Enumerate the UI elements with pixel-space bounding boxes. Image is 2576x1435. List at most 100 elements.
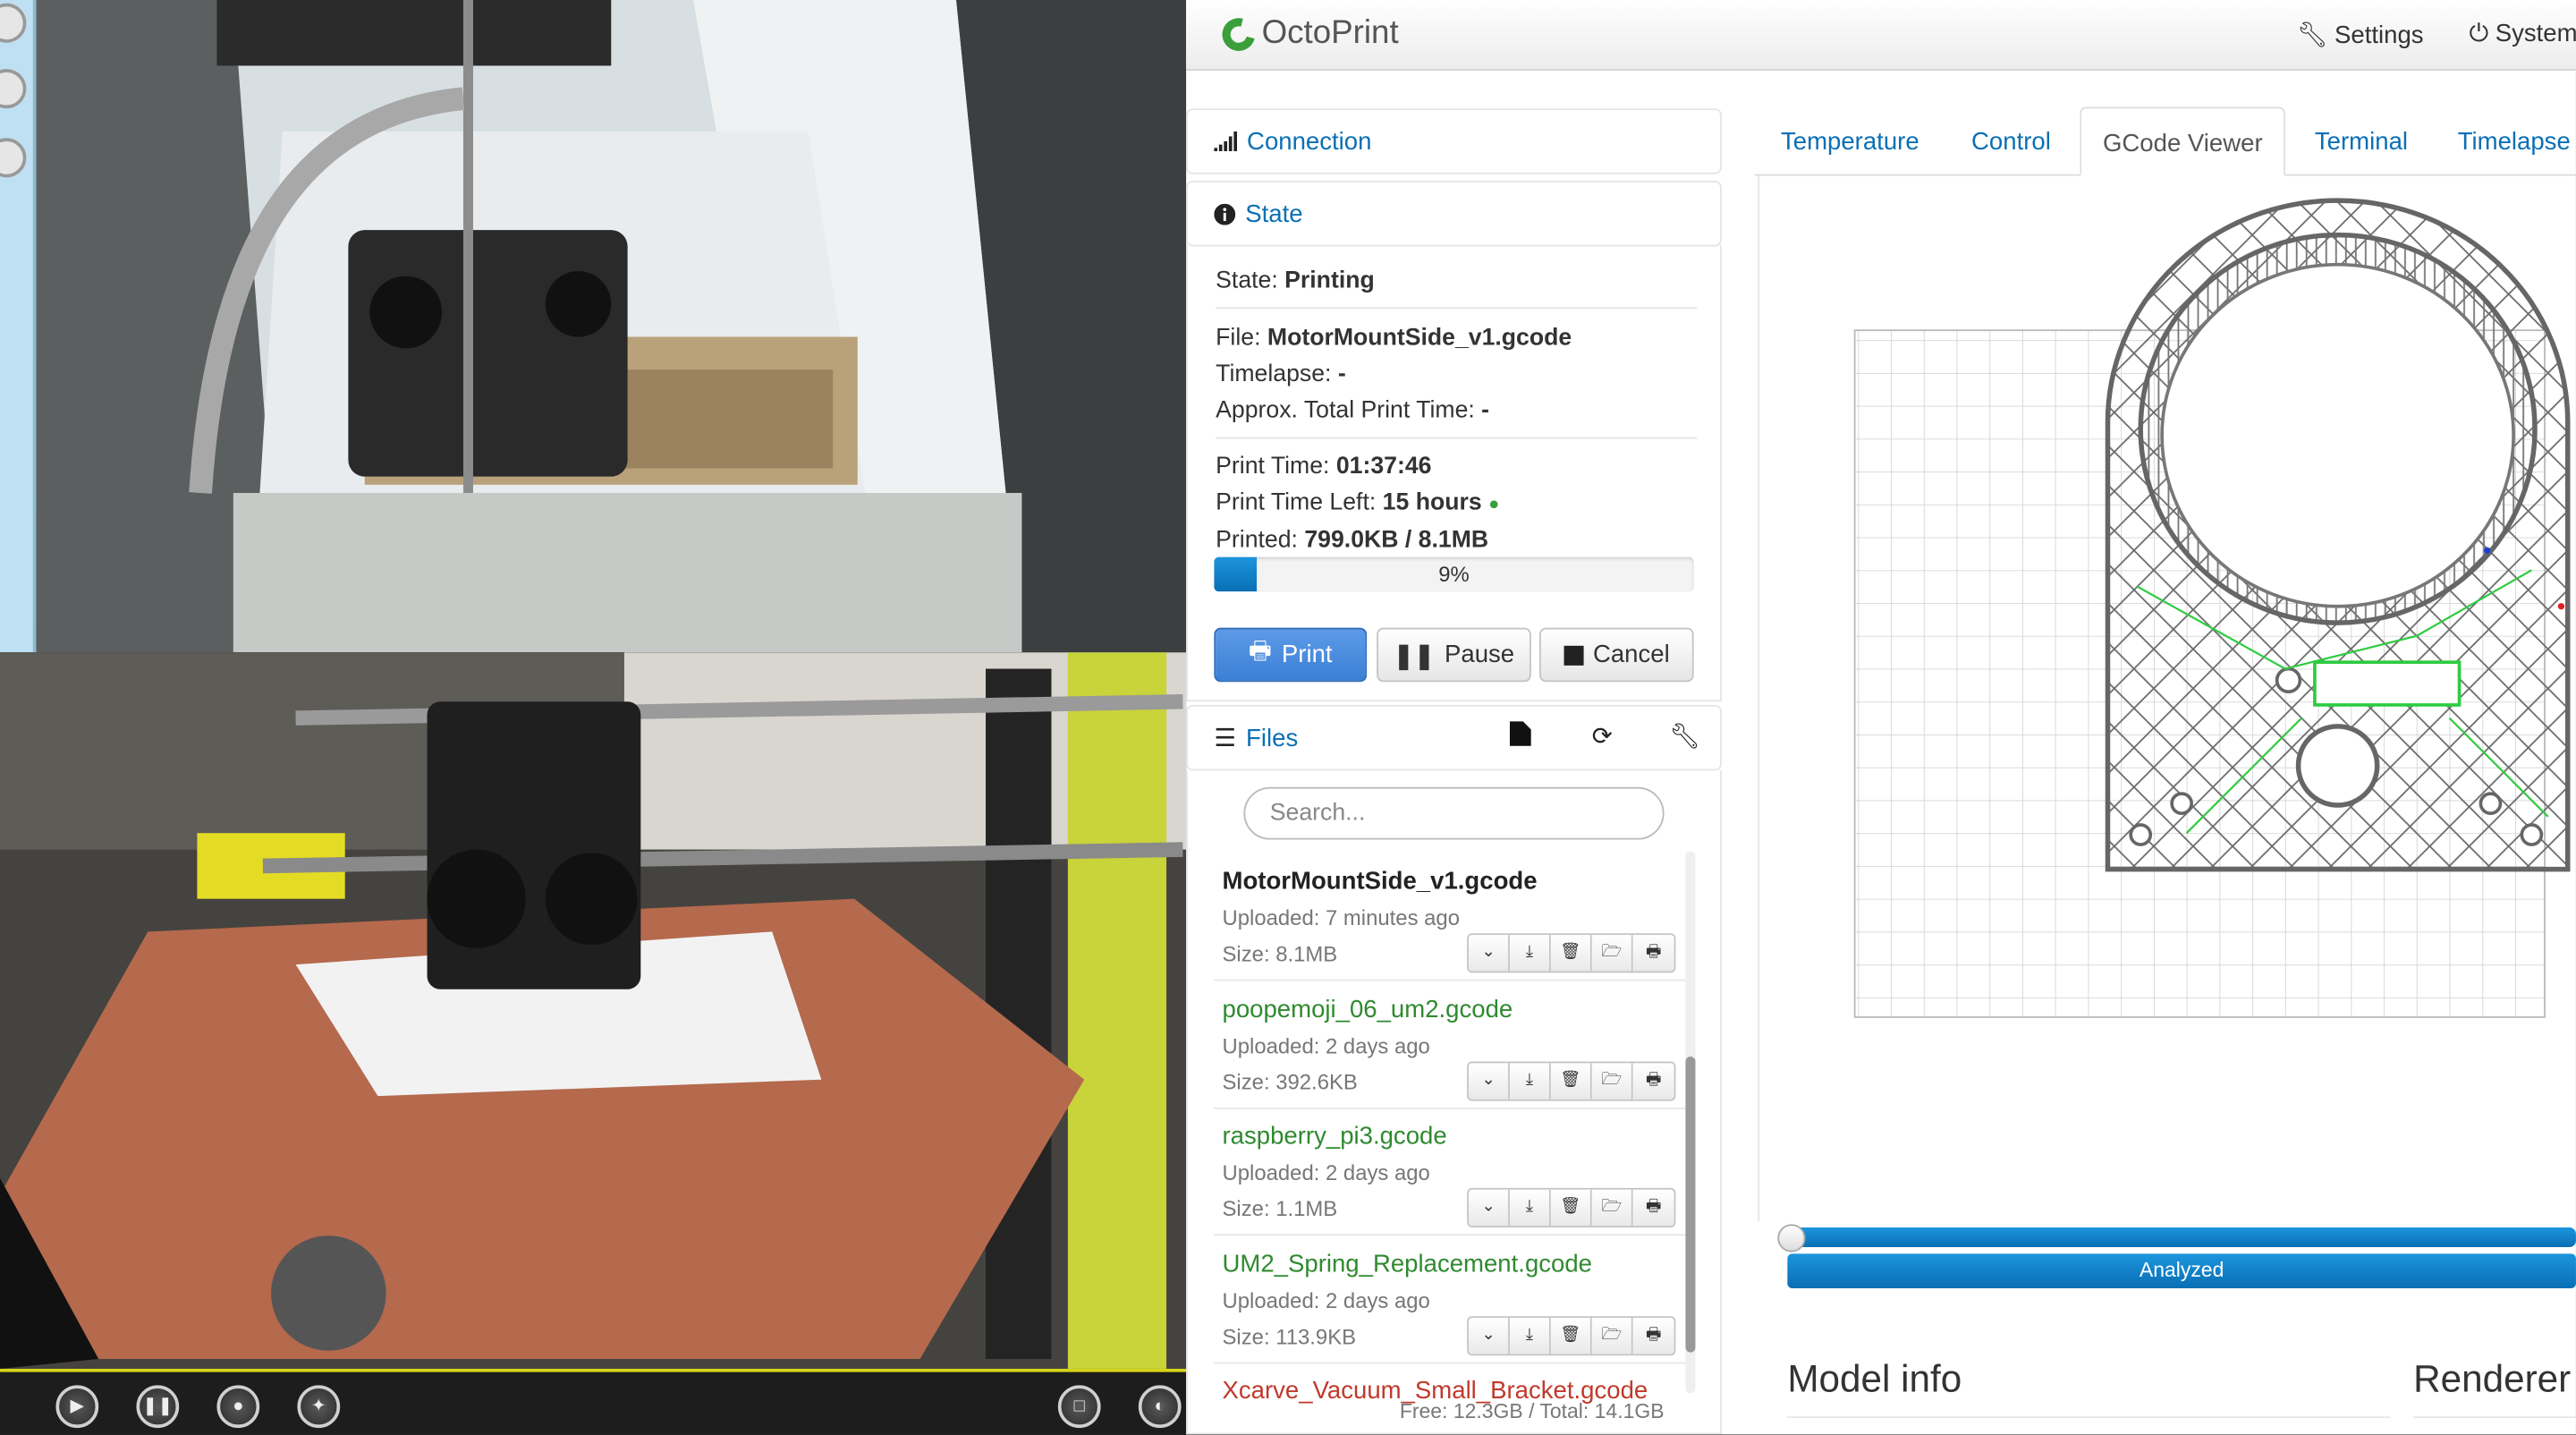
print-file-icon[interactable]: 🖶︎ xyxy=(1632,935,1674,972)
wrench-icon[interactable]: 🔧︎ xyxy=(1669,721,1700,751)
print-progress-info: Print Time: 01:37:46 Print Time Left: 15… xyxy=(1216,448,1499,558)
folder-open-icon[interactable]: 🗁︎ xyxy=(1591,1189,1633,1227)
snapshot-icon[interactable]: ● xyxy=(216,1385,260,1429)
dock-icon[interactable] xyxy=(0,69,27,109)
print-file-icon[interactable]: 🖶︎ xyxy=(1632,1062,1674,1099)
divider xyxy=(1216,307,1698,310)
trash-icon[interactable]: 🗑︎ xyxy=(1550,1317,1592,1354)
download-icon[interactable]: ⤓ xyxy=(1509,1062,1551,1099)
print-button[interactable]: 🖶︎ Print xyxy=(1214,627,1368,683)
tab-terminal[interactable]: Terminal xyxy=(2315,106,2408,175)
download-icon[interactable]: ⤓ xyxy=(1509,1317,1551,1354)
fullscreen-icon[interactable]: □ xyxy=(1057,1385,1101,1429)
file-uploaded: Uploaded: 2 days ago xyxy=(1222,1287,1430,1312)
trash-icon[interactable]: 🗑︎ xyxy=(1550,1189,1592,1227)
tab-control[interactable]: Control xyxy=(1971,106,2051,175)
file-list-item[interactable]: poopemoji_06_um2.gcode Uploaded: 2 days a… xyxy=(1223,985,1686,1111)
file-info: File: MotorMountSide_v1.gcode Timelapse:… xyxy=(1216,320,1572,429)
brand-name: OctoPrint xyxy=(1261,14,1399,51)
wrench-icon: 🔧︎ xyxy=(2296,21,2328,50)
cancel-button[interactable]: Cancel xyxy=(1538,627,1694,683)
download-icon[interactable]: ⤓ xyxy=(1509,935,1551,972)
new-file-icon[interactable] xyxy=(1509,721,1531,752)
file-name[interactable]: MotorMountSide_v1.gcode xyxy=(1223,868,1538,896)
file-list-item[interactable]: UM2_Spring_Replacement.gcode Uploaded: 2 … xyxy=(1223,1240,1686,1366)
brand-logo[interactable]: OctoPrint xyxy=(1216,11,1399,56)
zoom-icon[interactable]: ✦ xyxy=(297,1385,341,1429)
system-nav-button[interactable]: ⏻ System xyxy=(2470,20,2576,47)
trash-icon[interactable]: 🗑︎ xyxy=(1550,935,1592,972)
stop-icon xyxy=(1563,644,1583,665)
scrollbar-thumb[interactable] xyxy=(1685,1056,1696,1353)
gcode-viewer-canvas[interactable] xyxy=(1758,175,2576,1221)
renderer-heading: Renderer xyxy=(2413,1357,2572,1400)
divider xyxy=(1214,1361,1688,1363)
webcam-feed-bottom xyxy=(0,652,1187,1369)
settings-icon[interactable]: ◐ xyxy=(1138,1385,1182,1429)
tab-temperature[interactable]: Temperature xyxy=(1781,106,1919,175)
refresh-icon[interactable]: ⟳ xyxy=(1592,721,1613,751)
file-uploaded: Uploaded: 2 days ago xyxy=(1222,1159,1430,1185)
dock-icon[interactable] xyxy=(0,138,27,178)
pause-icon[interactable]: ❚❚ xyxy=(136,1385,180,1429)
state-panel-header[interactable]: State xyxy=(1186,181,1722,247)
divider xyxy=(2413,1416,2576,1419)
files-panel-header[interactable]: ☰ Files xyxy=(1186,704,1722,771)
power-icon: ⏻ xyxy=(2469,20,2489,48)
file-uploaded: Uploaded: 2 days ago xyxy=(1222,1032,1430,1057)
play-icon[interactable]: ▶ xyxy=(55,1385,99,1429)
pause-icon: ❚❚ xyxy=(1393,641,1435,670)
file-size: Size: 392.6KB xyxy=(1222,1068,1358,1094)
printed-label: Printed: xyxy=(1216,527,1298,554)
file-actions: ⌄ ⤓ 🗑︎ 🗁︎ 🖶︎ xyxy=(1467,1315,1676,1355)
divider xyxy=(1214,1234,1688,1236)
layer-slider-track[interactable] xyxy=(1787,1227,2576,1248)
file-list-item[interactable]: raspberry_pi3.gcode Uploaded: 2 days ago S… xyxy=(1223,1112,1686,1238)
file-size: Size: 8.1MB xyxy=(1222,941,1338,966)
file-name[interactable]: poopemoji_06_um2.gcode xyxy=(1223,995,1513,1023)
pause-button[interactable]: ❚❚ Pause xyxy=(1377,627,1531,683)
connection-panel-header[interactable]: Connection xyxy=(1186,108,1722,174)
tab-gcode-viewer[interactable]: GCode Viewer xyxy=(2080,106,2286,176)
layer-slider-handle[interactable] xyxy=(1777,1224,1806,1252)
file-actions: ⌄ ⤓ 🗑︎ 🗁︎ 🖶︎ xyxy=(1467,933,1676,973)
print-time-value: 01:37:46 xyxy=(1335,453,1432,480)
folder-open-icon[interactable]: 🗁︎ xyxy=(1591,1317,1633,1354)
file-name[interactable]: raspberry_pi3.gcode xyxy=(1223,1122,1447,1150)
timelapse-label: Timelapse: xyxy=(1216,361,1332,388)
tab-timelapse[interactable]: Timelapse xyxy=(2458,106,2571,175)
chevron-down-icon[interactable]: ⌄ xyxy=(1469,1189,1510,1227)
storage-free-text: Free: 12.3GB / Total: 14.1GB xyxy=(1399,1399,1665,1423)
print-button-label: Print xyxy=(1281,641,1333,669)
divider xyxy=(1214,979,1688,981)
file-list-item[interactable]: MotorMountSide_v1.gcode Uploaded: 7 minut… xyxy=(1223,858,1686,984)
info-icon xyxy=(1214,202,1236,225)
print-file-icon[interactable]: 🖶︎ xyxy=(1632,1317,1674,1354)
file-list: MotorMountSide_v1.gcode Uploaded: 7 minut… xyxy=(1186,851,1722,1434)
printed-value: 799.0KB / 8.1MB xyxy=(1304,527,1489,554)
file-name[interactable]: UM2_Spring_Replacement.gcode xyxy=(1223,1250,1593,1278)
trash-icon[interactable]: 🗑︎ xyxy=(1550,1062,1592,1099)
chevron-down-icon[interactable]: ⌄ xyxy=(1469,935,1510,972)
dock-icon[interactable] xyxy=(0,3,27,43)
folder-open-icon[interactable]: 🗁︎ xyxy=(1591,1062,1633,1099)
print-file-icon[interactable]: 🖶︎ xyxy=(1632,1189,1674,1227)
download-icon[interactable]: ⤓ xyxy=(1509,1189,1551,1227)
progress-text: 9% xyxy=(1438,562,1470,587)
state-title: State xyxy=(1245,200,1303,228)
chevron-down-icon[interactable]: ⌄ xyxy=(1469,1317,1510,1354)
file-list-scrollbar[interactable] xyxy=(1685,851,1696,1394)
gcode-layer-render xyxy=(1853,198,2571,1018)
state-label: State: xyxy=(1216,267,1278,294)
file-size: Size: 113.9KB xyxy=(1222,1323,1357,1349)
folder-open-icon[interactable]: 🗁︎ xyxy=(1591,935,1633,972)
settings-nav-button[interactable]: 🔧︎ Settings xyxy=(2297,20,2424,49)
pause-button-label: Pause xyxy=(1445,641,1515,669)
state-value: Printing xyxy=(1284,267,1375,294)
printer-enclosure-image xyxy=(36,0,1187,653)
chevron-down-icon[interactable]: ⌄ xyxy=(1469,1062,1510,1099)
files-title: Files xyxy=(1246,724,1299,752)
connection-title: Connection xyxy=(1247,127,1372,156)
file-search-input[interactable]: Search... xyxy=(1243,786,1665,840)
main-tabs: Temperature Control GCode Viewer Termina… xyxy=(1754,106,2576,176)
